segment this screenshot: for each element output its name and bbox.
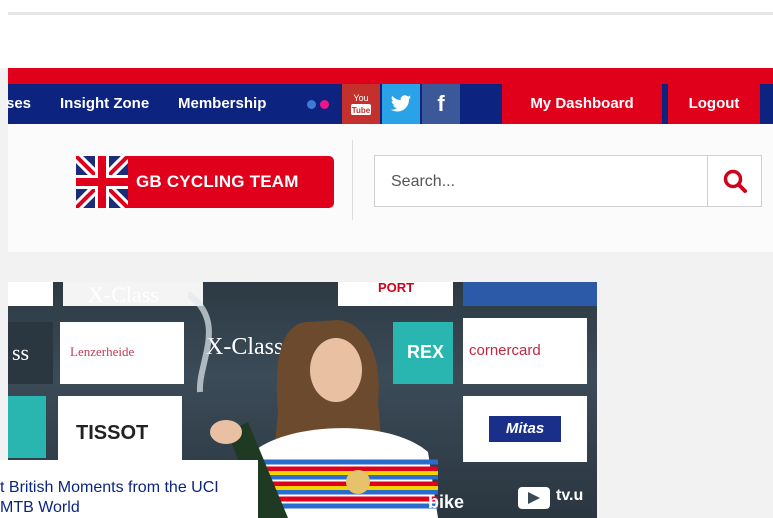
search-box	[374, 155, 708, 207]
svg-text:You: You	[353, 93, 368, 103]
logout-button[interactable]: Logout	[668, 84, 760, 124]
main-navbar: ses Insight Zone Membership You Tube f M…	[6, 68, 773, 124]
sponsor-bike: bike	[428, 492, 465, 512]
search-button[interactable]	[708, 155, 762, 207]
twitter-icon[interactable]	[382, 84, 420, 124]
top-divider	[8, 12, 773, 15]
sponsor-ss: ss	[12, 340, 30, 365]
facebook-glyph: f	[437, 91, 445, 116]
sponsor-mitas: Mitas	[489, 416, 561, 442]
site-header: GB CYCLING TEAM	[8, 124, 773, 252]
sponsor-tissot: TISSOT	[76, 422, 149, 444]
sponsor-xclass-top: X-Class	[88, 282, 159, 307]
facebook-icon[interactable]: f	[422, 84, 460, 124]
hero-caption-text: t British Moments from the UCI MTB World	[0, 479, 219, 516]
navbar-red-band	[8, 68, 773, 84]
gb-cycling-team-logo[interactable]: GB CYCLING TEAM	[76, 156, 334, 208]
sponsor-cornercard: cornercard	[469, 342, 541, 359]
flickr-icon[interactable]	[298, 84, 338, 124]
header-divider	[352, 140, 353, 220]
union-jack-icon	[76, 156, 128, 208]
navbar-edge	[764, 84, 773, 124]
sponsor-tvu: tv.u	[556, 487, 584, 504]
nav-item-partial[interactable]: ses	[6, 84, 31, 124]
nav-item-membership[interactable]: Membership	[178, 84, 266, 124]
hero-caption-card[interactable]: t British Moments from the UCI MTB World	[0, 460, 258, 518]
logo-text: GB CYCLING TEAM	[136, 172, 299, 191]
nav-item-insight-zone[interactable]: Insight Zone	[60, 84, 149, 124]
sponsor-lenzerheide: Lenzerheide	[70, 344, 135, 359]
my-dashboard-button[interactable]: My Dashboard	[502, 84, 662, 124]
youtube-icon[interactable]: You Tube	[342, 84, 380, 124]
search-input[interactable]	[389, 170, 693, 194]
search-icon	[723, 169, 747, 193]
svg-text:Tube: Tube	[352, 106, 371, 115]
browser-top-strip	[0, 0, 773, 68]
